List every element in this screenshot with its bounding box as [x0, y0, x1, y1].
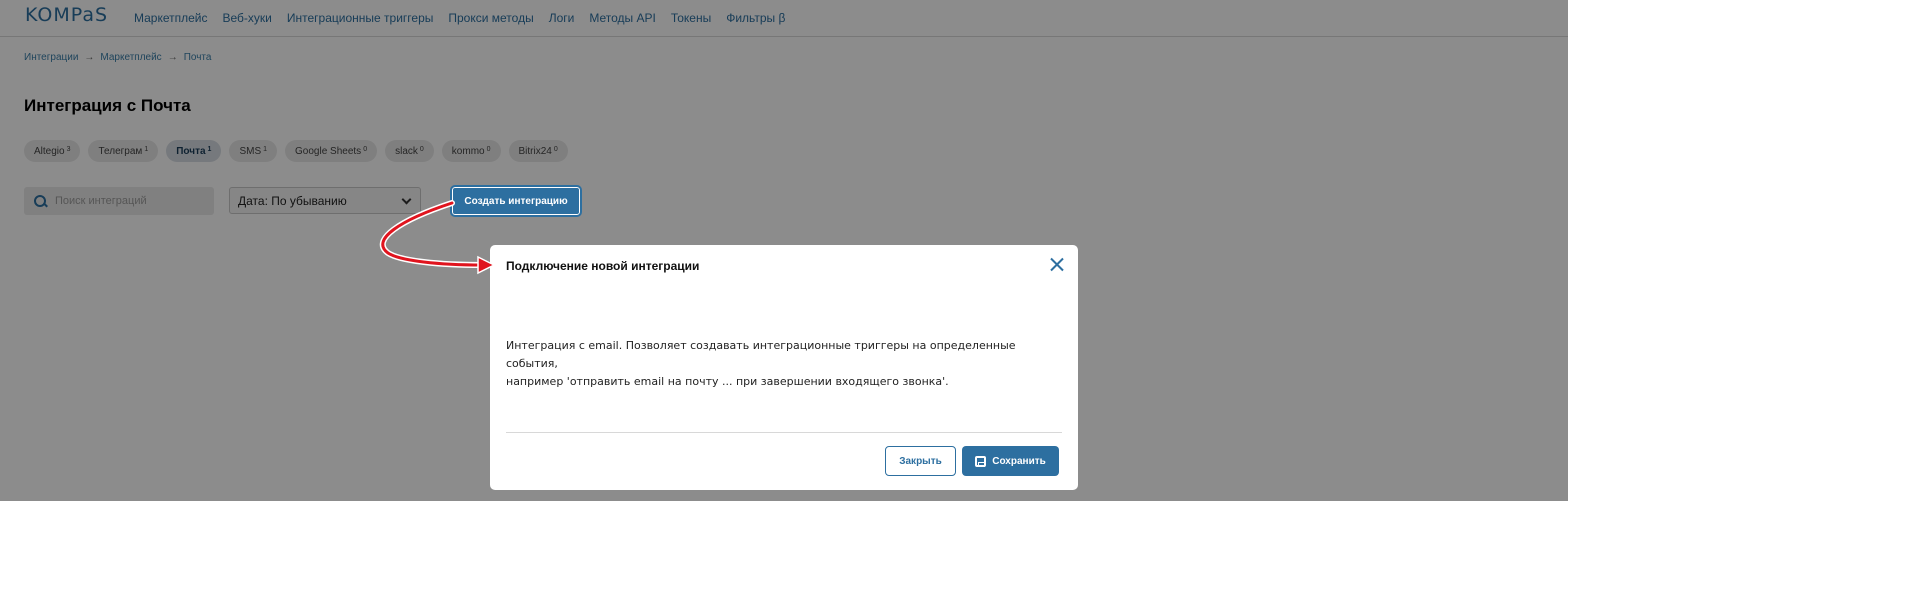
annotation-arrow-icon: [379, 200, 496, 275]
modal-description: Интеграция с email. Позволяет создавать …: [506, 337, 1066, 391]
close-button[interactable]: Закрыть: [885, 446, 956, 476]
save-button-label: Сохранить: [992, 455, 1046, 467]
save-button[interactable]: Сохранить: [962, 446, 1059, 476]
new-integration-modal: Подключение новой интеграции Интеграция …: [490, 245, 1078, 490]
modal-description-line: Интеграция с email. Позволяет создавать …: [506, 339, 1016, 370]
floppy-disk-icon: [975, 455, 987, 467]
modal-title: Подключение новой интеграции: [506, 259, 700, 273]
modal-description-line: например 'отправить email на почту ... п…: [506, 375, 949, 388]
modal-divider: [506, 432, 1062, 433]
close-icon[interactable]: [1049, 257, 1064, 272]
